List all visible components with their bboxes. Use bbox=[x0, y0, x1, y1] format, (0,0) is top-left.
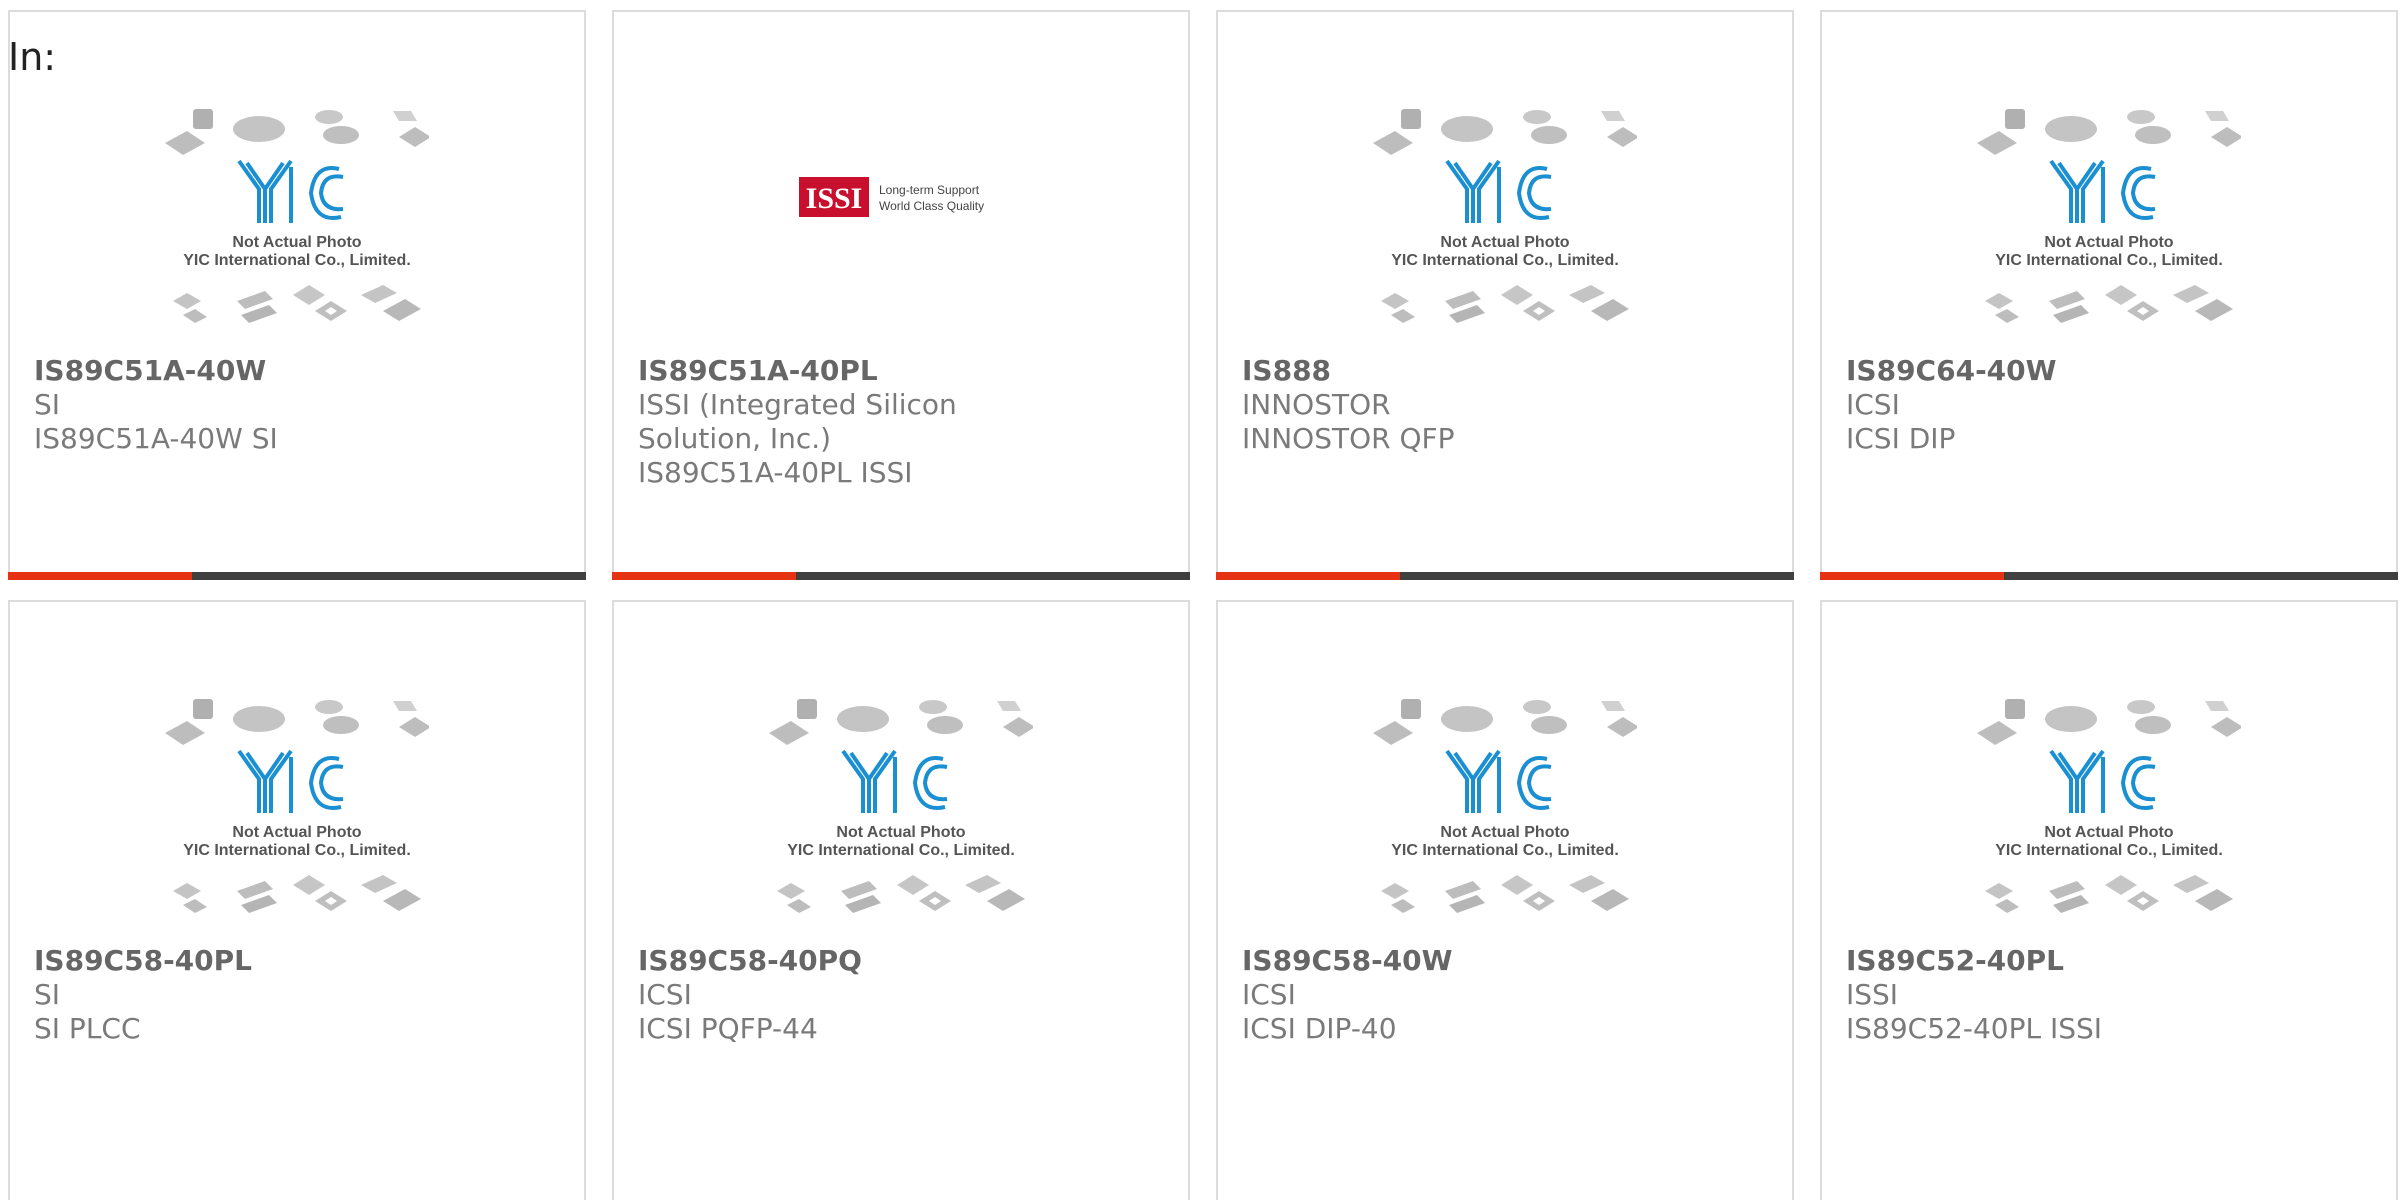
product-card[interactable]: IS89C58-40PL SI SI PLCC bbox=[8, 600, 586, 1200]
description: IS89C52-40PL ISSI bbox=[1846, 1012, 2103, 1045]
product-image[interactable] bbox=[1822, 687, 2396, 947]
in-label: In: bbox=[8, 35, 57, 79]
product-grid: IS89C51A-40W SI IS89C51A-40W SI ISSI Lon… bbox=[8, 10, 2400, 1200]
product-image[interactable] bbox=[614, 687, 1188, 947]
placeholder-photo-icon bbox=[769, 697, 1033, 915]
issi-logo-icon: ISSI Long-term Support World Class Quali… bbox=[799, 177, 984, 217]
issi-logo-mark: ISSI bbox=[806, 182, 863, 215]
brand: INNOSTOR bbox=[1242, 388, 1391, 421]
brand: ICSI bbox=[1846, 388, 1900, 421]
card-accent-bar bbox=[1216, 572, 1794, 580]
product-card[interactable]: ISSI Long-term Support World Class Quali… bbox=[612, 10, 1190, 580]
product-image[interactable]: ISSI Long-term Support World Class Quali… bbox=[614, 97, 1188, 357]
product-image[interactable] bbox=[1218, 97, 1792, 357]
placeholder-photo-icon bbox=[1373, 107, 1637, 325]
description: IS89C51A-40PL ISSI bbox=[638, 456, 913, 489]
product-image[interactable] bbox=[1218, 687, 1792, 947]
description: SI PLCC bbox=[34, 1012, 141, 1045]
part-number[interactable]: IS89C58-40PL bbox=[34, 944, 454, 978]
brand: SI bbox=[34, 978, 61, 1011]
part-number[interactable]: IS888 bbox=[1242, 354, 1662, 388]
brand: SI bbox=[34, 388, 61, 421]
part-number[interactable]: IS89C52-40PL bbox=[1846, 944, 2266, 978]
part-number[interactable]: IS89C58-40W bbox=[1242, 944, 1662, 978]
description: ICSI PQFP-44 bbox=[638, 1012, 818, 1045]
issi-tagline-1: Long-term Support bbox=[879, 183, 980, 197]
brand: ISSI bbox=[1846, 978, 1899, 1011]
product-image[interactable] bbox=[10, 687, 584, 947]
product-card[interactable]: IS888 INNOSTOR INNOSTOR QFP bbox=[1216, 10, 1794, 580]
card-accent-bar bbox=[8, 572, 586, 580]
product-card[interactable]: IS89C64-40W ICSI ICSI DIP bbox=[1820, 10, 2398, 580]
card-accent-bar bbox=[1820, 572, 2398, 580]
brand: ICSI bbox=[638, 978, 692, 1011]
part-number[interactable]: IS89C51A-40PL bbox=[638, 354, 1058, 388]
description: ICSI DIP-40 bbox=[1242, 1012, 1397, 1045]
description: INNOSTOR QFP bbox=[1242, 422, 1455, 455]
product-image[interactable] bbox=[1822, 97, 2396, 357]
placeholder-photo-icon bbox=[165, 697, 429, 915]
description: ICSI DIP bbox=[1846, 422, 1956, 455]
brand: ICSI bbox=[1242, 978, 1296, 1011]
placeholder-photo-icon bbox=[165, 107, 429, 325]
issi-tagline-2: World Class Quality bbox=[879, 199, 984, 213]
brand: ISSI (Integrated Silicon Solution, Inc.) bbox=[638, 388, 957, 455]
placeholder-photo-icon bbox=[1373, 697, 1637, 915]
card-accent-bar bbox=[612, 572, 1190, 580]
product-image[interactable] bbox=[10, 97, 584, 357]
placeholder-photo-icon bbox=[1977, 107, 2241, 325]
placeholder-photo-icon bbox=[1977, 697, 2241, 915]
product-card[interactable]: IS89C58-40W ICSI ICSI DIP-40 bbox=[1216, 600, 1794, 1200]
product-card[interactable]: IS89C52-40PL ISSI IS89C52-40PL ISSI bbox=[1820, 600, 2398, 1200]
part-number[interactable]: IS89C58-40PQ bbox=[638, 944, 1058, 978]
part-number[interactable]: IS89C64-40W bbox=[1846, 354, 2266, 388]
product-card[interactable]: IS89C51A-40W SI IS89C51A-40W SI bbox=[8, 10, 586, 580]
description: IS89C51A-40W SI bbox=[34, 422, 278, 455]
product-card[interactable]: IS89C58-40PQ ICSI ICSI PQFP-44 bbox=[612, 600, 1190, 1200]
part-number[interactable]: IS89C51A-40W bbox=[34, 354, 454, 388]
